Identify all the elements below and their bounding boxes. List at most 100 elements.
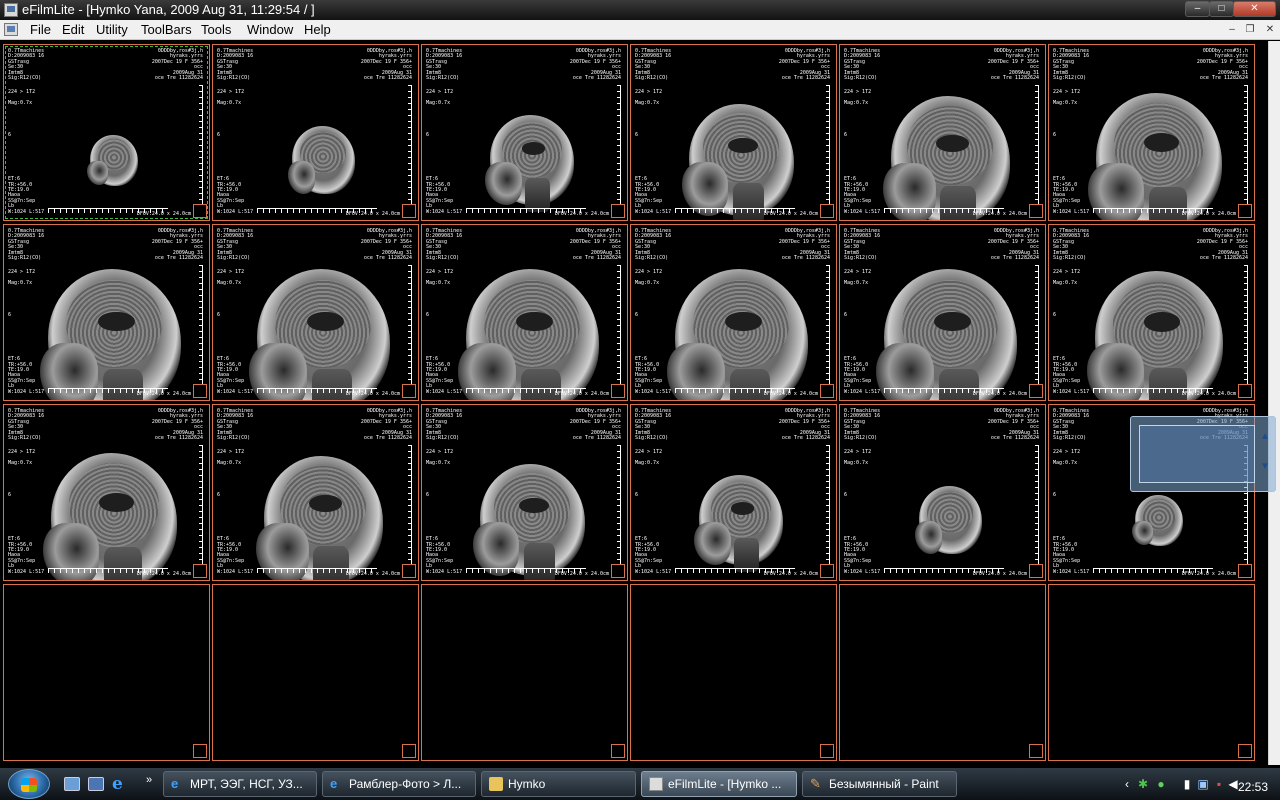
image-cell[interactable]: 0.7Tmachines D:2009083 16 GSTrasg Se:30 … [421, 404, 628, 581]
overlay-patient-info: 0.7Tmachines D:2009083 16 GSTrasg Se:30 … [1053, 228, 1090, 262]
device-icon[interactable]: ▮ [1180, 777, 1194, 791]
image-cell[interactable] [839, 584, 1046, 761]
overlay-patient-info: 0.7Tmachines D:2009083 16 GSTrasg Se:30 … [635, 228, 672, 262]
taskbar-item-efilmlite[interactable]: eFilmLite - [Hymko ... [641, 771, 797, 797]
image-cell[interactable]: 0.7Tmachines D:2009083 16 GSTrasg Se:30 … [839, 404, 1046, 581]
overlay-orientation-marker: 6 [1053, 132, 1057, 138]
overlay-patient-info: 0.7Tmachines D:2009083 16 GSTrasg Se:30 … [1053, 48, 1090, 82]
image-cell[interactable] [421, 584, 628, 761]
overlay-orientation-marker: 6 [217, 492, 221, 498]
menu-tools[interactable]: Tools [201, 22, 231, 37]
image-cell[interactable] [1048, 584, 1255, 761]
document-minimize-button[interactable]: – [1224, 22, 1240, 37]
overlay-scan-params: ET:6 TR:+56.0 TE:19.0 Haoa SS@7n:Sep Lb … [217, 536, 254, 575]
horizontal-ruler [257, 208, 377, 213]
close-button[interactable]: ✕ [1233, 1, 1276, 17]
image-cell[interactable]: 0.7Tmachines D:2009083 16 GSTrasg Se:30 … [839, 224, 1046, 401]
vertical-ruler [408, 445, 412, 565]
menu-edit[interactable]: Edit [62, 22, 84, 37]
overlay-magnification: 224 > 1T2 Mag:0.7x [426, 269, 454, 286]
tray-expand-icon[interactable]: ‹ [1120, 777, 1134, 791]
overlay-magnification: 224 > 1T2 Mag:0.7x [1053, 449, 1081, 466]
overlay-orientation-marker: 6 [635, 132, 639, 138]
image-cell[interactable]: 0.7Tmachines D:2009083 16 GSTrasg Se:30 … [1048, 224, 1255, 401]
overlay-orientation-marker: 6 [426, 132, 430, 138]
overlay-study-info: 0DDDby,ros#3j,h hyraks.yrrs 2007Dec 19 F… [778, 48, 830, 82]
taskbar-item-paint[interactable]: ✎ Безымянный - Paint [802, 771, 957, 797]
overlay-scan-params: ET:6 TR:+56.0 TE:19.0 Haoa SS@7n:Sep Lb … [1053, 176, 1090, 215]
image-cell[interactable]: 0.7Tmachines D:2009083 16 GSTrasg Se:30 … [1048, 44, 1255, 221]
image-cell[interactable]: 0.7Tmachines D:2009083 16 GSTrasg Se:30 … [421, 224, 628, 401]
menu-toolbars[interactable]: ToolBars [141, 22, 192, 37]
image-viewer[interactable]: 0.7Tmachines D:2009083 16 GSTrasg Se:30 … [0, 41, 1268, 765]
windows-logo-icon [21, 778, 37, 792]
thumbnail-navigator[interactable]: ▲ ▼ [1130, 416, 1276, 492]
document-close-button[interactable]: ✕ [1262, 22, 1278, 37]
cell-corner-box [193, 744, 207, 758]
start-button[interactable] [8, 769, 50, 799]
task-label: МРТ, ЭЭГ, НСГ, УЗ... [190, 777, 303, 791]
taskbar-item-hymko[interactable]: Hymko [481, 771, 636, 797]
minimize-button[interactable]: – [1185, 1, 1210, 17]
overlay-scan-params: ET:6 TR:+56.0 TE:19.0 Haoa SS@7n:Sep Lb … [217, 176, 254, 215]
menu-window[interactable]: Window [247, 22, 293, 37]
image-cell[interactable]: 0.7Tmachines D:2009083 16 GSTrasg Se:30 … [421, 44, 628, 221]
clock[interactable]: 22:53 [1238, 780, 1268, 794]
vertical-ruler [826, 445, 830, 565]
document-icon[interactable] [4, 23, 18, 36]
image-cell[interactable]: 0.7Tmachines D:2009083 16 GSTrasg Se:30 … [630, 44, 837, 221]
menu-help[interactable]: Help [304, 22, 331, 37]
overlay-patient-info: 0.7Tmachines D:2009083 16 GSTrasg Se:30 … [844, 228, 881, 262]
ie-icon[interactable]: e [112, 776, 128, 793]
cell-corner-box [402, 204, 416, 218]
scroll-down-icon[interactable]: ▼ [1259, 461, 1271, 473]
alert-icon[interactable]: ▪ [1212, 777, 1226, 791]
monitor-icon[interactable]: ▣ [1196, 777, 1210, 791]
quicklaunch-more-icon[interactable]: » [146, 774, 162, 788]
overlay-patient-info: 0.7Tmachines D:2009083 16 GSTrasg Se:30 … [217, 48, 254, 82]
show-desktop-icon[interactable] [64, 777, 80, 791]
image-cell[interactable]: 0.7Tmachines D:2009083 16 GSTrasg Se:30 … [212, 404, 419, 581]
network-icon[interactable]: ✱ [1136, 777, 1150, 791]
overlay-study-info: 0DDDby,ros#3j,h hyraks.yrrs 2007Dec 19 F… [151, 408, 203, 442]
image-cell[interactable]: 0.7Tmachines D:2009083 16 GSTrasg Se:30 … [630, 224, 837, 401]
overlay-study-info: 0DDDby,ros#3j,h hyraks.yrrs 2007Dec 19 F… [151, 48, 203, 82]
switch-windows-icon[interactable] [88, 777, 104, 791]
scroll-up-icon[interactable]: ▲ [1259, 431, 1271, 443]
document-restore-button[interactable]: ❐ [1242, 22, 1258, 37]
image-cell[interactable]: 0.7Tmachines D:2009083 16 GSTrasg Se:30 … [839, 44, 1046, 221]
image-cell[interactable]: 0.7Tmachines D:2009083 16 GSTrasg Se:30 … [630, 404, 837, 581]
security-icon[interactable]: ● [1154, 777, 1168, 791]
overlay-patient-info: 0.7Tmachines D:2009083 16 GSTrasg Se:30 … [635, 408, 672, 442]
overlay-orientation-marker: 6 [217, 312, 221, 318]
cell-corner-box [1029, 564, 1043, 578]
image-cell[interactable]: 0.7Tmachines D:2009083 16 GSTrasg Se:30 … [3, 224, 210, 401]
vertical-scrollbar[interactable] [1268, 41, 1280, 765]
horizontal-ruler [466, 208, 586, 213]
image-cell[interactable] [3, 584, 210, 761]
ie-icon: e [330, 776, 338, 791]
overlay-magnification: 224 > 1T2 Mag:0.7x [844, 269, 872, 286]
image-cell[interactable]: 0.7Tmachines D:2009083 16 GSTrasg Se:30 … [212, 224, 419, 401]
overlay-magnification: 224 > 1T2 Mag:0.7x [426, 89, 454, 106]
image-cell[interactable] [212, 584, 419, 761]
image-cell[interactable] [630, 584, 837, 761]
overlay-study-info: 0DDDby,ros#3j,h hyraks.yrrs 2007Dec 19 F… [1196, 48, 1248, 82]
taskbar-item-mrt[interactable]: e МРТ, ЭЭГ, НСГ, УЗ... [163, 771, 317, 797]
overlay-patient-info: 0.7Tmachines D:2009083 16 GSTrasg Se:30 … [217, 228, 254, 262]
vertical-ruler [1035, 445, 1039, 565]
thumbnail-preview[interactable] [1139, 425, 1255, 483]
menu-utility[interactable]: Utility [96, 22, 128, 37]
app-icon[interactable] [4, 3, 18, 17]
maximize-button[interactable]: □ [1209, 1, 1234, 17]
menu-file[interactable]: File [30, 22, 51, 37]
overlay-magnification: 224 > 1T2 Mag:0.7x [217, 89, 245, 106]
mri-image [287, 126, 355, 194]
cell-corner-box [611, 204, 625, 218]
taskbar-item-rambler[interactable]: e Рамблер-Фото > Л... [322, 771, 476, 797]
horizontal-ruler [675, 388, 795, 393]
overlay-orientation-marker: 6 [635, 492, 639, 498]
image-cell[interactable]: 0.7Tmachines D:2009083 16 GSTrasg Se:30 … [3, 44, 210, 221]
image-cell[interactable]: 0.7Tmachines D:2009083 16 GSTrasg Se:30 … [212, 44, 419, 221]
image-cell[interactable]: 0.7Tmachines D:2009083 16 GSTrasg Se:30 … [3, 404, 210, 581]
